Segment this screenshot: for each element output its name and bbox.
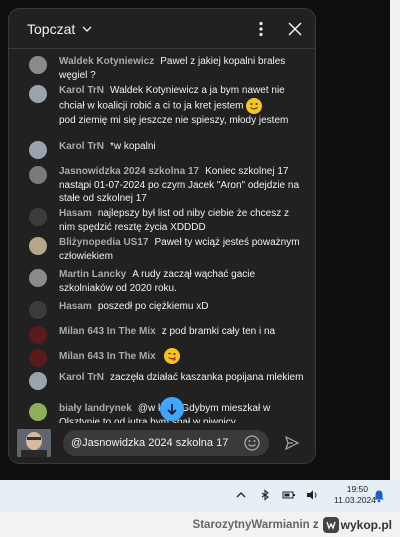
chat-mode-dropdown[interactable]: Topczat [27, 21, 75, 37]
wykop-logo-icon [322, 516, 339, 533]
clock-time: 19:50 [346, 484, 368, 494]
chat-message: Milan 643 In The Mix [29, 348, 307, 367]
avatar[interactable] [29, 349, 47, 367]
slightly-smiling-face-icon [246, 97, 263, 114]
live-chat-panel: Topczat Waldek Kotyniewicz Pawel z jakiej… [8, 8, 316, 464]
chat-message-input[interactable]: @Jasnowidzka 2024 szkolna 17 [63, 430, 269, 456]
chat-message: Milan 643 In The Mix z pod bramki cały te… [29, 325, 307, 344]
emoji-picker-icon[interactable] [243, 434, 261, 452]
chat-message: Hasam poszedł po ciężkiemu xD [29, 300, 307, 319]
credit-prefix: z [312, 518, 319, 531]
message-text: poszedł po ciężkiemu xD [97, 301, 209, 312]
avatar[interactable] [29, 85, 47, 103]
message-author[interactable]: Hasam [59, 208, 92, 219]
avatar[interactable] [29, 141, 47, 159]
message-author[interactable]: Karol TrN [59, 372, 104, 383]
message-text: najlepszy był list od niby ciebie że chc… [59, 208, 290, 233]
chat-message: Karol TrN Waldek Kotyniewicz a ja bym naw… [29, 84, 307, 127]
avatar[interactable] [29, 372, 47, 390]
message-author[interactable]: Jasnowidzka 2024 szkolna 17 [59, 166, 199, 177]
message-author[interactable]: Hasam [59, 301, 92, 312]
chat-message: Jasnowidzka 2024 szkolna 17 Koniec szkoln… [29, 165, 307, 206]
chat-message: Karol TrN zaczęła działać kaszanka popija… [29, 371, 307, 390]
clock-date: 11.03.2024 [334, 495, 376, 505]
volume-icon[interactable] [306, 488, 320, 502]
scroll-to-bottom-button[interactable] [160, 397, 184, 421]
avatar[interactable] [29, 301, 47, 319]
chevron-down-icon[interactable] [81, 23, 93, 35]
watermark-footer: StarozytnyWarmianin z wykop.pl [0, 512, 400, 537]
wykop-site-name: wykop.pl [340, 517, 392, 532]
message-author[interactable]: Karol TrN [59, 85, 104, 96]
send-icon[interactable] [283, 434, 301, 452]
message-author[interactable]: Waldek Kotyniewicz [59, 56, 154, 67]
window-edge [390, 0, 400, 480]
message-author[interactable]: biały landrynek [59, 403, 132, 414]
bluetooth-icon[interactable] [258, 488, 272, 502]
chat-message: Martin Lancky A rudy zaczął wąchać gacie … [29, 268, 307, 295]
taskbar-clock[interactable]: 19:50 11.03.2024 [334, 484, 376, 506]
chat-input-value[interactable]: @Jasnowidzka 2024 szkolna 17 [71, 437, 243, 449]
chat-message-list[interactable]: Waldek Kotyniewicz Pawel z jakiej kopalni… [9, 50, 315, 423]
avatar[interactable] [29, 166, 47, 184]
chat-message: Karol TrN *w kopalni [29, 140, 307, 159]
notification-bell-icon[interactable] [372, 489, 386, 503]
message-author[interactable]: Bliżynopedia US17 [59, 237, 148, 248]
message-text: *w kopalni [110, 141, 156, 152]
avatar[interactable] [29, 208, 47, 226]
chat-input-bar: @Jasnowidzka 2024 szkolna 17 [9, 423, 315, 463]
chevron-up-icon[interactable] [234, 488, 248, 502]
system-tray [234, 488, 320, 502]
message-author[interactable]: Martin Lancky [59, 269, 126, 280]
user-avatar[interactable] [17, 429, 51, 457]
chat-message: Bliżynopedia US17 Paweł ty wciąż jesteś p… [29, 236, 307, 263]
chat-header: Topczat [9, 9, 315, 49]
avatar[interactable] [29, 326, 47, 344]
credit-user: StarozytnyWarmianin [192, 518, 310, 531]
message-author[interactable]: Karol TrN [59, 141, 104, 152]
avatar[interactable] [29, 269, 47, 287]
windows-taskbar: 19:50 11.03.2024 [0, 480, 400, 512]
credit-text: StarozytnyWarmianin z [193, 519, 319, 531]
message-author[interactable]: Milan 643 In The Mix [59, 351, 156, 362]
more-options-icon[interactable] [251, 19, 271, 39]
avatar[interactable] [29, 56, 47, 74]
page-background [316, 0, 400, 480]
face-savoring-food-icon [164, 348, 181, 364]
message-text: z pod bramki cały ten i na [161, 326, 276, 337]
avatar[interactable] [29, 237, 47, 255]
close-icon[interactable] [285, 19, 305, 39]
message-text-continued: pod ziemię mi się jeszcze nie spieszy, m… [59, 114, 289, 126]
battery-icon[interactable] [282, 488, 296, 502]
avatar[interactable] [29, 403, 47, 421]
message-author[interactable]: Milan 643 In The Mix [59, 326, 156, 337]
chat-message: Waldek Kotyniewicz Pawel z jakiej kopalni… [29, 55, 307, 82]
chat-message: Hasam najlepszy był list od niby ciebie ż… [29, 207, 307, 234]
message-text: zaczęła działać kaszanka popijana mlekie… [110, 372, 304, 383]
wykop-logo: wykop.pl [322, 516, 392, 533]
